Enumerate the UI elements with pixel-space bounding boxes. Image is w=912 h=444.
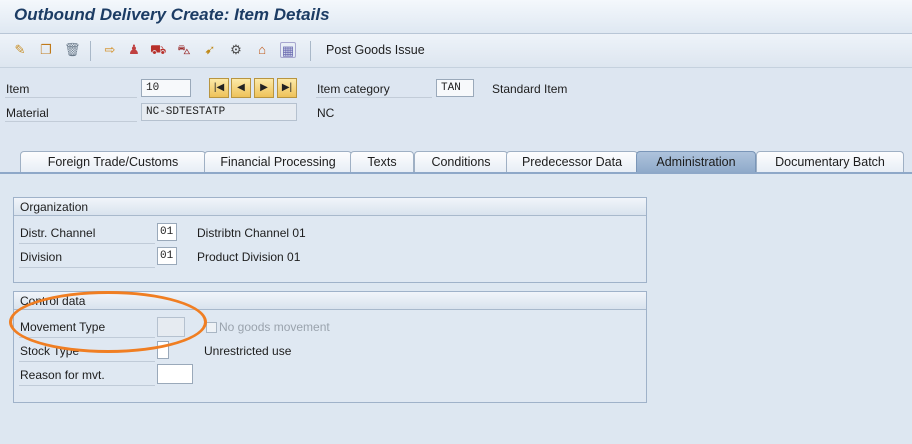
organization-group: Organization Distr. Channel 01 Distribtn…: [13, 197, 647, 283]
window-title: Outbound Delivery Create: Item Details: [14, 5, 330, 24]
copy-icon[interactable]: ❐: [38, 42, 54, 58]
division-text: Product Division 01: [197, 250, 301, 264]
toolbar-separator: [90, 41, 91, 61]
distr-channel-field[interactable]: 01: [157, 223, 177, 241]
export-icon[interactable]: ➹: [202, 42, 218, 58]
tab-conditions[interactable]: Conditions: [414, 151, 508, 173]
material-field: NC-SDTESTATP: [141, 103, 297, 121]
item-label: Item: [6, 82, 30, 96]
distr-channel-text: Distribtn Channel 01: [197, 226, 306, 240]
reason-for-movement-label: Reason for mvt.: [20, 368, 105, 382]
last-item-button[interactable]: ▶|: [277, 78, 297, 98]
item-category-text: Standard Item: [492, 82, 568, 96]
no-goods-movement-label: No goods movement: [219, 320, 330, 334]
stock-type-text: Unrestricted use: [204, 344, 292, 358]
item-category-label: Item category: [317, 82, 390, 96]
previous-item-button[interactable]: ◀: [231, 78, 251, 98]
tab-financial-processing[interactable]: Financial Processing: [204, 151, 352, 173]
grid-icon[interactable]: ▦: [280, 42, 296, 58]
distr-channel-label: Distr. Channel: [20, 226, 96, 240]
post-goods-issue-button[interactable]: Post Goods Issue: [326, 43, 425, 57]
division-label: Division: [20, 250, 63, 264]
shipment-icon[interactable]: ⛟: [150, 42, 166, 58]
tab-foreign-trade-customs[interactable]: Foreign Trade/Customs: [20, 151, 206, 173]
material-label: Material: [6, 106, 49, 120]
reason-for-movement-underline: [19, 385, 155, 386]
item-category-field[interactable]: TAN: [436, 79, 474, 97]
no-goods-movement-checkbox: [206, 322, 217, 333]
control-data-group: Control data Movement Type No goods move…: [13, 291, 647, 403]
edit-icon[interactable]: ✎: [12, 42, 28, 58]
stock-type-underline: [19, 361, 155, 362]
tab-texts[interactable]: Texts: [350, 151, 414, 173]
partner-icon[interactable]: ♟: [126, 42, 142, 58]
tab-administration[interactable]: Administration: [636, 151, 756, 173]
picking-icon[interactable]: ⇨: [102, 42, 118, 58]
movement-type-underline: [19, 337, 155, 338]
trash-icon[interactable]: 🗑: [64, 42, 81, 58]
item-field[interactable]: 10: [141, 79, 191, 97]
application-toolbar: ✎ ❐ 🗑 ⇨ ♟ ⛟ ⛍ ➹ ⚙ ⌂ ▦ Post Goods Issue: [0, 34, 912, 68]
tab-documentary-batch[interactable]: Documentary Batch: [756, 151, 904, 173]
vehicle-icon[interactable]: ⛍: [176, 42, 192, 58]
next-item-button[interactable]: ▶: [254, 78, 274, 98]
control-data-group-title: Control data: [14, 292, 646, 310]
home-icon[interactable]: ⌂: [254, 42, 270, 58]
movement-type-field: [157, 317, 185, 337]
stock-type-label: Stock Type: [20, 344, 80, 358]
toolbar-separator: [310, 41, 311, 61]
organization-group-title: Organization: [14, 198, 646, 216]
title-bar: Outbound Delivery Create: Item Details: [0, 0, 912, 34]
material-icon[interactable]: ⚙: [228, 42, 244, 58]
division-underline: [19, 267, 155, 268]
stock-type-field[interactable]: [157, 341, 169, 359]
first-item-button[interactable]: |◀: [209, 78, 229, 98]
division-field[interactable]: 01: [157, 247, 177, 265]
reason-for-movement-field[interactable]: [157, 364, 193, 384]
material-text: NC: [317, 106, 335, 120]
movement-type-label: Movement Type: [20, 320, 106, 334]
distr-channel-underline: [19, 243, 155, 244]
tab-predecessor-data[interactable]: Predecessor Data: [506, 151, 638, 173]
